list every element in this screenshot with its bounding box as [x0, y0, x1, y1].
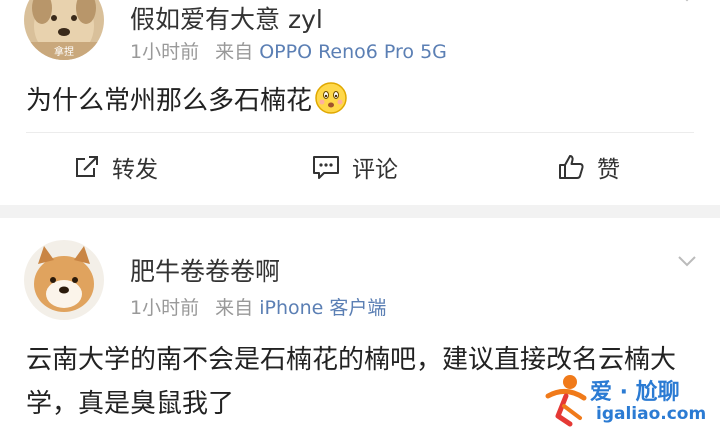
- avatar-badge: 拿捏: [54, 45, 74, 58]
- post-text-body: 为什么常州那么多石楠花: [26, 86, 313, 116]
- feed-separator: [0, 205, 720, 218]
- shiba-avatar-icon: [24, 240, 104, 320]
- post-meta: 1小时前 来自 OPPO Reno6 Pro 5G: [130, 37, 447, 64]
- like-button[interactable]: 赞: [557, 147, 620, 187]
- post-meta: 1小时前 来自 iPhone 客户端: [130, 293, 386, 320]
- post-1: 拿捏 假如爱有大意 zyl 1小时前 来自 OPPO Reno6 Pro 5G …: [0, 0, 720, 205]
- source-link[interactable]: iPhone 客户端: [259, 297, 386, 319]
- thumbs-up-icon: [559, 155, 584, 179]
- username[interactable]: 假如爱有大意 zyl: [130, 0, 323, 36]
- action-divider: [26, 132, 694, 133]
- watermark-logo-icon: [545, 375, 587, 427]
- username[interactable]: 肥牛卷卷卷啊: [130, 252, 280, 288]
- repost-button[interactable]: 转发: [74, 147, 158, 187]
- source-prefix: 来自: [215, 41, 254, 63]
- source-prefix: 来自: [215, 297, 254, 319]
- like-label: 赞: [597, 157, 620, 183]
- comment-icon: [313, 156, 339, 179]
- thinking-face-icon: [315, 82, 347, 114]
- source-link[interactable]: OPPO Reno6 Pro 5G: [259, 41, 447, 63]
- dog-avatar-icon: 拿捏: [24, 0, 104, 60]
- post-2: 肥牛卷卷卷啊 1小时前 来自 iPhone 客户端 云南大学的南不会是石楠花的楠…: [0, 218, 720, 440]
- repost-label: 转发: [112, 157, 158, 183]
- watermark-url: igaliao.com: [596, 404, 707, 424]
- action-bar: 转发 评论 赞: [0, 147, 720, 187]
- chevron-down-icon[interactable]: [676, 250, 698, 272]
- avatar[interactable]: 拿捏: [24, 0, 104, 60]
- comment-button[interactable]: 评论: [312, 147, 398, 187]
- post-time: 1小时前: [130, 41, 200, 63]
- chevron-down-icon[interactable]: [676, 0, 698, 7]
- comment-label: 评论: [352, 157, 398, 183]
- watermark: 爱 · 尬聊 igaliao.com: [540, 372, 710, 432]
- post-text: 为什么常州那么多石楠花: [26, 79, 706, 123]
- post-time: 1小时前: [130, 297, 200, 319]
- watermark-title: 爱 · 尬聊: [590, 380, 680, 405]
- avatar[interactable]: [24, 240, 104, 320]
- repost-icon: [76, 156, 98, 177]
